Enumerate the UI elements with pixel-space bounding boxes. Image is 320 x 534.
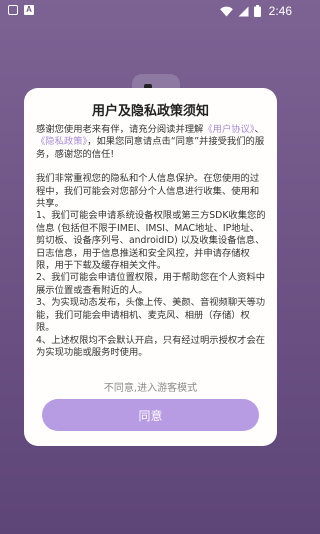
policy-item: 3、为实现动态发布，头像上传、美颜、音视频聊天等功能，我们可能会申请相机、麦克风… — [36, 297, 266, 334]
dialog-title: 用户及隐私政策须知 — [91, 104, 209, 119]
policy-item: 1、我们可能会申请系统设备权限或第三方SDK收集您的信息 (包括但不限于IMEI… — [36, 210, 266, 272]
user-agreement-link[interactable]: 《用户协议》 — [203, 124, 254, 135]
policy-scroll-area[interactable]: 感谢您使用老来有伴，请充分阅读并理解《用户协议》、《隐私政策》，如果您同意请点击… — [36, 124, 266, 382]
status-time: 2:46 — [268, 4, 292, 18]
intro-paragraph: 感谢您使用老来有伴，请充分阅读并理解《用户协议》、《隐私政策》，如果您同意请点击… — [36, 124, 266, 161]
wifi-icon — [219, 6, 233, 16]
privacy-policy-link[interactable]: 《隐私政策》 — [36, 136, 87, 147]
notification-box-icon — [8, 5, 18, 15]
privacy-paragraph: 我们非常重视您的隐私和个人信息保护。在您使用的过程中，我们可能会对您部分个人信息… — [36, 173, 260, 210]
app-a-icon: A — [24, 5, 34, 15]
signal-icon — [238, 6, 249, 16]
disagree-guest-button[interactable]: 不同意,进入游客模式 — [24, 382, 277, 396]
privacy-dialog: 用户及隐私政策须知 感谢您使用老来有伴，请充分阅读并理解《用户协议》、《隐私政策… — [24, 88, 277, 446]
battery-icon — [253, 5, 261, 17]
intro-separator: 、 — [254, 124, 264, 135]
intro-text: 感谢您使用老来有伴，请充分阅读并理解 — [36, 124, 204, 135]
policy-item: 4、上述权限均不会默认开启，只有经过明示授权才会在为实现功能或服务时使用。 — [36, 334, 266, 358]
policy-item: 2、我们可能会申请位置权限，用于帮助您在个人资料中展示位置或查看附近的人。 — [36, 272, 266, 296]
agree-button[interactable]: 同意 — [42, 399, 259, 431]
status-bar: A 2:46 — [0, 0, 300, 24]
